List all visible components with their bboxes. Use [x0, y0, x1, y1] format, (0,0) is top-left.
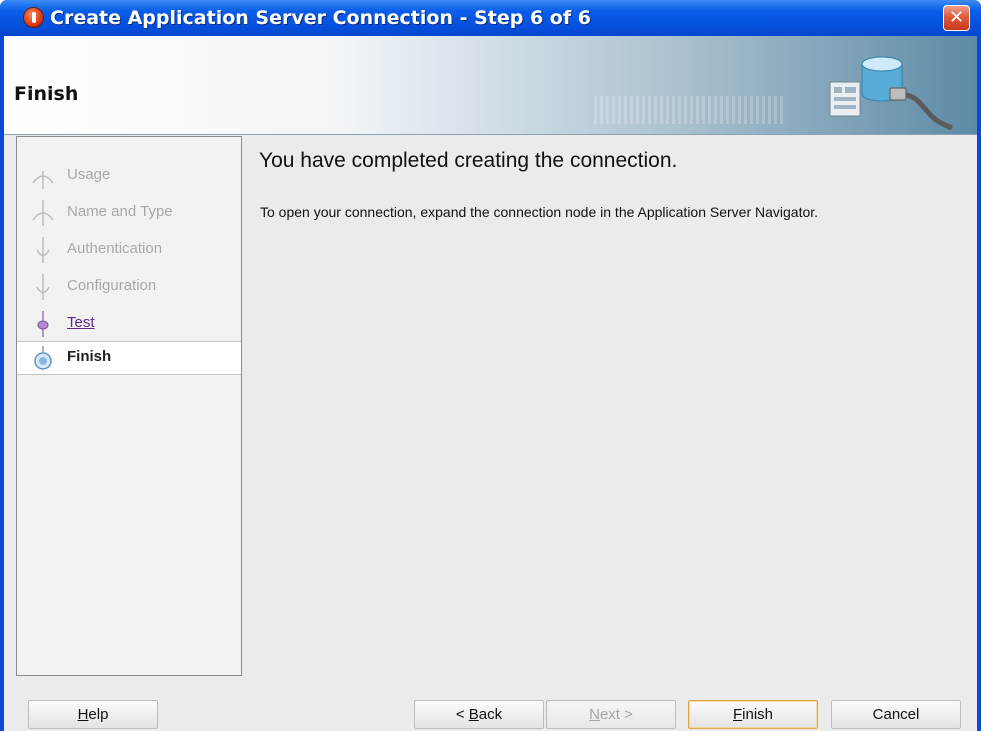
next-button-label-post: ext >: [599, 706, 633, 723]
nav-step-label: Usage: [67, 166, 111, 183]
back-button-label-post: ack: [478, 706, 503, 723]
step-marker-icon: [36, 274, 50, 300]
cancel-button[interactable]: Cancel: [831, 700, 961, 729]
finish-button[interactable]: Finish: [688, 700, 818, 729]
oracle-app-icon: [24, 8, 43, 27]
nav-step-name-and-type: Name and Type: [17, 196, 241, 230]
finish-button-label-post: inish: [742, 706, 774, 723]
current-step-icon: [34, 346, 52, 370]
step-marker-icon: [32, 171, 54, 189]
nav-step-usage: Usage: [17, 159, 241, 193]
help-button-mnemonic: H: [77, 706, 89, 723]
cancel-button-label: Cancel: [872, 706, 920, 723]
step-marker-icon: [36, 237, 50, 263]
nav-step-label: Configuration: [67, 277, 157, 294]
title-bar: Create Application Server Connection - S…: [0, 0, 981, 36]
dialog-body: Finish Usage Name and Type Authenticatio…: [4, 36, 977, 731]
next-button[interactable]: Next >: [546, 700, 676, 729]
nav-step-configuration: Configuration: [17, 270, 241, 304]
back-button-label-pre: <: [455, 706, 469, 723]
content-panel: You have completed creating the connecti…: [259, 136, 969, 676]
step-marker-icon: [37, 311, 49, 337]
nav-step-label: Name and Type: [67, 203, 173, 220]
close-button[interactable]: ✕: [943, 5, 970, 31]
wizard-window: Create Application Server Connection - S…: [0, 0, 981, 731]
binary-pattern-decoration: [594, 96, 784, 124]
wizard-steps-nav: Usage Name and Type Authentication Confi…: [16, 136, 242, 676]
next-button-mnemonic: N: [589, 706, 600, 723]
completion-heading: You have completed creating the connecti…: [259, 149, 678, 172]
help-button[interactable]: Help: [28, 700, 158, 729]
nav-step-finish: Finish: [17, 341, 241, 375]
step-marker-icon: [32, 200, 54, 226]
back-button-mnemonic: B: [468, 706, 479, 723]
nav-step-label: Finish: [67, 348, 112, 365]
nav-step-label: Authentication: [67, 240, 163, 257]
nav-step-label[interactable]: Test: [67, 314, 95, 331]
back-button[interactable]: < Back: [414, 700, 544, 729]
help-button-label-post: elp: [88, 706, 109, 723]
completion-message: To open your connection, expand the conn…: [260, 204, 819, 220]
nav-step-test[interactable]: Test: [17, 307, 241, 341]
database-connection-icon: [829, 56, 953, 131]
finish-button-mnemonic: F: [732, 706, 743, 723]
nav-step-authentication: Authentication: [17, 233, 241, 267]
page-title: Finish: [14, 83, 79, 105]
window-title: Create Application Server Connection - S…: [50, 7, 591, 29]
header-banner: Finish: [4, 36, 977, 135]
